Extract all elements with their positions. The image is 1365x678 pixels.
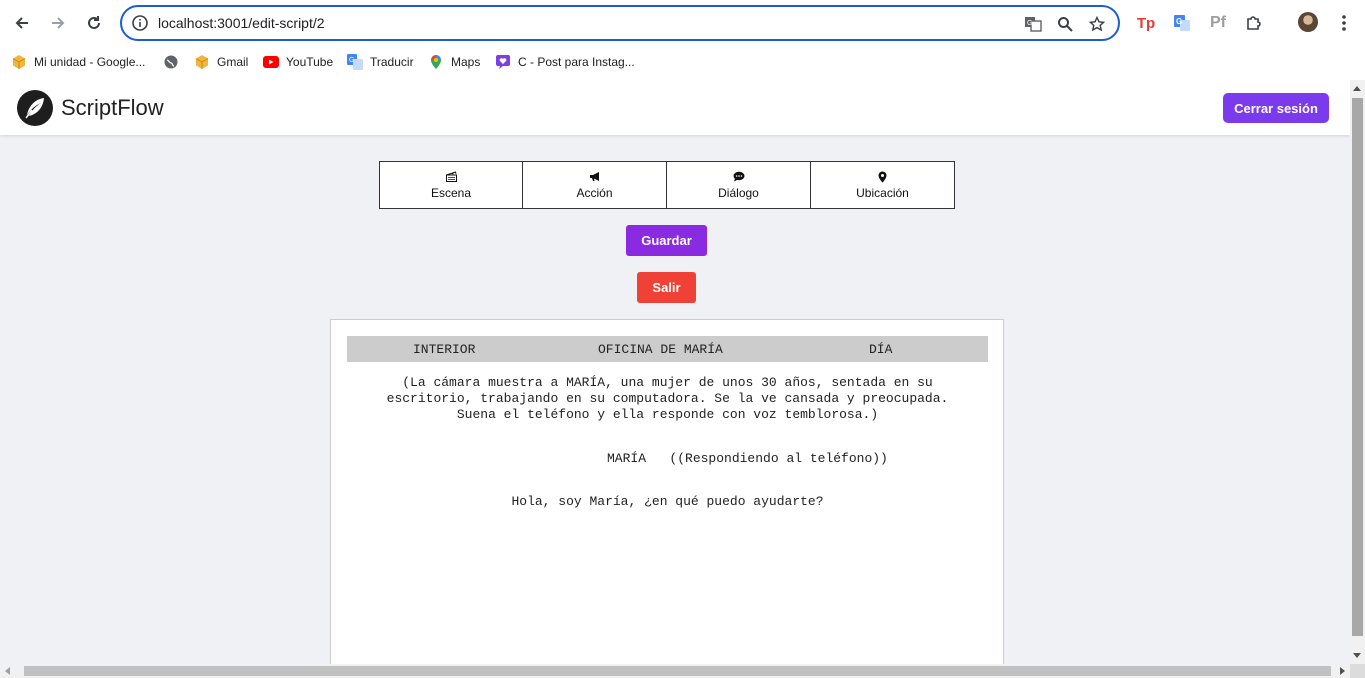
script-tools: Escena Acción Diálogo Ubicación xyxy=(379,161,955,209)
maps-icon xyxy=(428,54,444,70)
bookmark-label: Mi unidad - Google... xyxy=(34,55,146,69)
clapperboard-icon xyxy=(445,171,457,183)
tool-ubicacion-button[interactable]: Ubicación xyxy=(811,161,955,209)
google-translate-extension-icon[interactable]: G xyxy=(1170,11,1194,35)
exit-button[interactable]: Salir xyxy=(637,272,696,303)
bookmark-youtube[interactable]: YouTube xyxy=(263,52,333,72)
save-button[interactable]: Guardar xyxy=(626,225,707,256)
action-block[interactable]: (La cámara muestra a MARÍA, una mujer de… xyxy=(349,375,986,423)
reload-icon[interactable] xyxy=(82,11,106,35)
svg-text:G: G xyxy=(349,57,354,64)
svg-text:G: G xyxy=(1176,17,1182,26)
dialogue-line[interactable]: Hola, soy María, ¿en qué puedo ayudarte? xyxy=(349,494,986,509)
app-header: ScriptFlow Cerrar sesión xyxy=(0,80,1350,135)
bookmark-label: C - Post para Instag... xyxy=(518,55,635,69)
scroll-left-arrow-icon[interactable] xyxy=(5,667,10,675)
bookmark-label: Gmail xyxy=(217,55,249,69)
scroll-thumb[interactable] xyxy=(1352,98,1363,636)
scroll-down-arrow-icon[interactable] xyxy=(1353,653,1361,658)
scene-heading[interactable]: INTERIOR OFICINA DE MARÍA DÍA xyxy=(347,336,988,362)
scene-time: DÍA xyxy=(869,342,893,357)
tool-label: Acción xyxy=(576,185,613,200)
tool-accion-button[interactable]: Acción xyxy=(523,161,667,209)
extensions-puzzle-icon[interactable] xyxy=(1242,11,1266,35)
bookmark-label: Maps xyxy=(451,55,481,69)
site-info-icon[interactable] xyxy=(131,14,149,32)
svg-text:G: G xyxy=(1027,20,1032,27)
globe-icon xyxy=(163,54,179,70)
script-editor[interactable]: INTERIOR OFICINA DE MARÍA DÍA (La cámara… xyxy=(330,319,1004,664)
vertical-scrollbar[interactable] xyxy=(1350,80,1365,664)
action-line: escritorio, trabajando en su computadora… xyxy=(386,391,949,406)
megaphone-icon xyxy=(589,171,601,183)
tp-extension-icon[interactable]: Tp xyxy=(1134,11,1158,35)
translate-icon: G xyxy=(347,54,363,70)
menu-kebab-icon[interactable] xyxy=(1332,11,1356,35)
drive-icon xyxy=(11,54,27,70)
bookmark-label: YouTube xyxy=(286,55,334,69)
action-line: (La cámara muestra a MARÍA, una mujer de… xyxy=(402,375,933,390)
speech-bubble-icon xyxy=(733,171,745,183)
character-line[interactable]: MARÍA ((Respondiendo al teléfono)) xyxy=(607,451,888,466)
url-text[interactable]: localhost:3001/edit-script/2 xyxy=(158,15,325,31)
scene-location: OFICINA DE MARÍA xyxy=(598,342,723,357)
scroll-right-arrow-icon[interactable] xyxy=(1340,667,1345,675)
drive-icon xyxy=(194,54,210,70)
bookmark-traducir[interactable]: G Traducir xyxy=(347,52,414,72)
scroll-up-arrow-icon[interactable] xyxy=(1353,86,1361,91)
scene-interior: INTERIOR xyxy=(413,342,476,357)
hscroll-thumb[interactable] xyxy=(24,666,1331,676)
youtube-icon xyxy=(263,54,279,70)
tool-label: Ubicación xyxy=(856,185,909,200)
bookmark-instagram-post[interactable]: C - Post para Instag... xyxy=(495,52,635,72)
horizontal-scrollbar[interactable] xyxy=(0,664,1350,678)
bookmark-maps[interactable]: Maps xyxy=(428,52,480,72)
tool-escena-button[interactable]: Escena xyxy=(379,161,523,209)
page-viewport: ScriptFlow Cerrar sesión Escena Acción D… xyxy=(0,80,1350,664)
bookmark-label: Traducir xyxy=(370,55,414,69)
tool-label: Diálogo xyxy=(718,185,759,200)
star-icon[interactable] xyxy=(1086,13,1108,35)
tool-label: Escena xyxy=(430,185,472,200)
bookmark-gmail[interactable]: Gmail xyxy=(194,52,248,72)
tool-dialogo-button[interactable]: Diálogo xyxy=(667,161,811,209)
bookmark-mi-unidad[interactable]: Mi unidad - Google... xyxy=(11,52,145,72)
scrollbar-corner xyxy=(1350,664,1365,678)
bookmark-heart-icon xyxy=(495,54,511,70)
action-line: Suena el teléfono y ella responde con vo… xyxy=(456,407,879,422)
pf-extension-icon[interactable]: Pf xyxy=(1206,11,1230,35)
map-pin-icon xyxy=(878,171,887,183)
logout-button[interactable]: Cerrar sesión xyxy=(1223,93,1329,123)
address-bar[interactable]: localhost:3001/edit-script/2 G xyxy=(120,5,1120,41)
bookmark-globe[interactable] xyxy=(163,52,179,72)
feather-logo-icon xyxy=(17,90,53,126)
forward-icon[interactable] xyxy=(46,11,70,35)
zoom-icon[interactable] xyxy=(1054,13,1076,35)
character-name: MARÍA xyxy=(607,451,647,466)
bookmarks-bar: Mi unidad - Google... Gmail YouTube G Tr… xyxy=(0,46,1365,80)
parenthetical: ((Respondiendo al teléfono)) xyxy=(669,451,888,466)
profile-avatar[interactable] xyxy=(1298,12,1318,32)
app-brand: ScriptFlow xyxy=(61,95,164,120)
translate-page-icon[interactable]: G xyxy=(1022,13,1044,35)
back-icon[interactable] xyxy=(10,11,34,35)
browser-toolbar: localhost:3001/edit-script/2 G Tp G Pf xyxy=(0,0,1365,46)
